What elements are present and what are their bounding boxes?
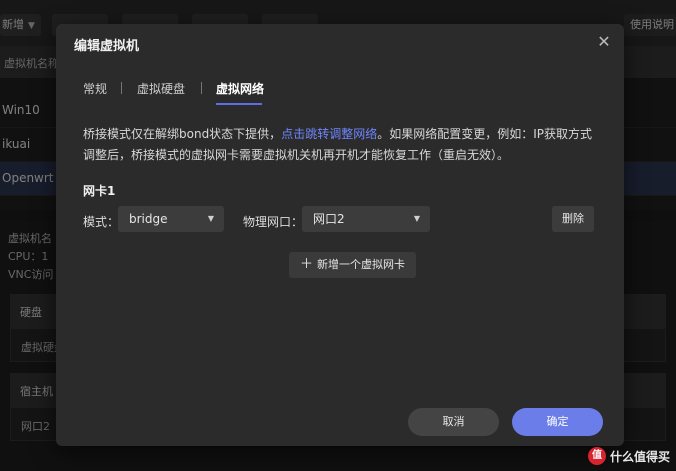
- chevron-down-icon: ▼: [207, 214, 214, 223]
- add-nic-label: 新增一个虚拟网卡: [317, 258, 405, 271]
- delete-nic-button[interactable]: 删除: [552, 206, 594, 232]
- watermark: 值 什么值得买: [587, 447, 670, 465]
- description-text: 桥接模式仅在解绑bond状态下提供，: [83, 127, 282, 141]
- chevron-down-icon: ▼: [413, 214, 420, 223]
- cancel-button[interactable]: 取消: [408, 408, 499, 436]
- mode-select[interactable]: bridge ▼: [118, 206, 224, 232]
- active-tab-indicator: [216, 103, 262, 105]
- edit-vm-dialog: 编辑虚拟机 ✕ 常规 虚拟硬盘 虚拟网络 桥接模式仅在解绑bond状态下提供，点…: [56, 24, 624, 446]
- physical-port-label: 物理网口：: [243, 215, 304, 229]
- tab-virtual-disk[interactable]: 虚拟硬盘: [137, 80, 185, 97]
- mode-select-value: bridge: [129, 212, 168, 226]
- mode-label: 模式：: [83, 215, 120, 229]
- physical-port-value: 网口2: [313, 212, 345, 226]
- tab-divider: [201, 82, 202, 94]
- tab-virtual-network[interactable]: 虚拟网络: [216, 80, 264, 97]
- bridge-mode-description: 桥接模式仅在解绑bond状态下提供，点击跳转调整网络。如果网络配置变更，例如：I…: [83, 124, 603, 166]
- close-icon[interactable]: ✕: [596, 34, 612, 50]
- tab-divider: [121, 82, 122, 94]
- physical-port-select[interactable]: 网口2 ▼: [302, 206, 430, 232]
- nic-title: 网卡1: [83, 184, 116, 198]
- adjust-network-link[interactable]: 点击跳转调整网络: [281, 127, 377, 141]
- dialog-title: 编辑虚拟机: [74, 39, 140, 54]
- add-virtual-nic-button[interactable]: ＋ 新增一个虚拟网卡: [289, 252, 416, 278]
- tab-general[interactable]: 常规: [83, 80, 107, 97]
- watermark-text: 什么值得买: [609, 449, 670, 464]
- watermark-logo-icon: 值: [587, 447, 606, 465]
- confirm-button[interactable]: 确定: [512, 408, 603, 436]
- plus-icon: ＋: [299, 257, 313, 272]
